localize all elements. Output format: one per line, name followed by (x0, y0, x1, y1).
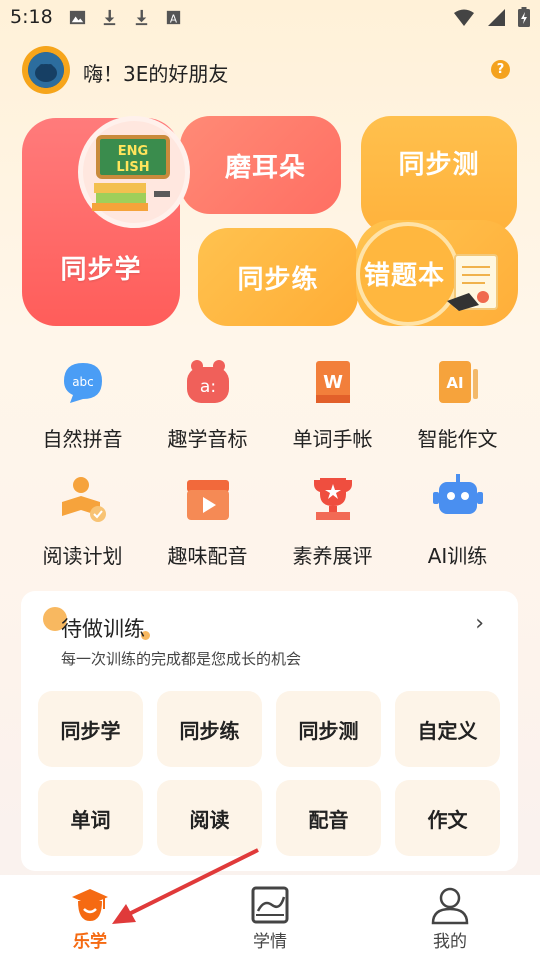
status-time: 5:18 (10, 6, 53, 28)
greeting-text: 嗨！3E的好朋友 (83, 62, 229, 86)
feature-cards: 同步学 磨耳朵 同步测 同步练 错题本 ENG LISH (0, 110, 540, 340)
phonetic-icon: a: (187, 360, 229, 403)
user-icon (431, 887, 469, 925)
download-icon (135, 9, 148, 26)
grid-label: AI训练 (427, 544, 488, 568)
svg-text:A: A (170, 13, 178, 25)
listening-card[interactable]: 磨耳朵 (180, 116, 341, 214)
grid-label: 素养展评 (292, 544, 373, 568)
english-badge-line2: LISH (116, 160, 149, 175)
avatar-image (28, 52, 64, 88)
graduation-cap-icon (72, 889, 108, 921)
grid-item-literacy-review[interactable]: 素养展评 (270, 472, 395, 582)
status-icons-left: A (68, 8, 183, 27)
nav-label: 乐学 (73, 932, 107, 952)
todo-button-custom[interactable]: 自定义 (395, 691, 500, 767)
todo-title: 待做训练 (61, 617, 145, 641)
todo-button-dubbing[interactable]: 配音 (276, 780, 381, 856)
nav-item-learn[interactable]: 乐学 (0, 875, 180, 960)
todo-button-sync-learn[interactable]: 同步学 (38, 691, 143, 767)
status-bar: 5:18 A (0, 0, 540, 36)
english-badge-line1: ENG (118, 144, 148, 159)
grid-label: 趣味配音 (167, 544, 248, 568)
nav-label: 我的 (433, 932, 467, 952)
nav-item-mine[interactable]: 我的 (360, 875, 540, 960)
wifi-icon (454, 9, 474, 26)
grid-item-reading-plan[interactable]: 阅读计划 (20, 472, 145, 582)
grid-item-phonics[interactable]: abc 自然拼音 (20, 355, 145, 465)
avatar[interactable] (22, 46, 70, 94)
ai-writing-icon: AI (439, 361, 478, 403)
sync-practice-card[interactable]: 同步练 (198, 228, 358, 326)
todo-button-sync-practice[interactable]: 同步练 (157, 691, 262, 767)
bottom-nav: 乐学 学情 我的 (0, 875, 540, 960)
nav-label: 学情 (253, 932, 287, 952)
word-book-icon: W (316, 361, 350, 403)
certificate-scroll-icon (447, 254, 498, 311)
battery-charging-icon (518, 7, 530, 27)
grid-item-phonetic-symbols[interactable]: a: 趣学音标 (145, 355, 270, 465)
svg-text:W: W (323, 372, 343, 393)
avatar-graphic-icon (28, 52, 64, 88)
grid-label: 阅读计划 (42, 544, 123, 568)
grid-item-ai-writing[interactable]: AI 智能作文 (395, 355, 520, 465)
help-icon[interactable]: ? (491, 60, 510, 79)
svg-text:abc: abc (72, 375, 94, 389)
grid-label: 智能作文 (417, 427, 498, 451)
image-icon (69, 10, 86, 25)
video-dubbing-icon (187, 480, 229, 520)
chart-board-icon (251, 886, 289, 924)
status-icons-right (453, 7, 530, 27)
download-icon (103, 9, 116, 26)
sync-test-card[interactable]: 同步测 (361, 116, 517, 234)
signal-icon (488, 8, 505, 26)
grid-item-word-notebook[interactable]: W 单词手帐 (270, 355, 395, 465)
english-book-badge: ENG LISH (78, 116, 190, 228)
grid-item-fun-dubbing[interactable]: 趣味配音 (145, 472, 270, 582)
font-a-icon: A (166, 10, 181, 25)
english-books-icon: ENG LISH (92, 135, 170, 211)
svg-text:AI: AI (446, 374, 463, 392)
trophy-icon (314, 478, 352, 520)
todo-training-card: 待做训练 › 每一次训练的完成都是您成长的机会 同步学 同步练 同步测 自定义 … (21, 591, 518, 871)
chevron-right-icon[interactable]: › (475, 611, 484, 636)
todo-subtitle: 每一次训练的完成都是您成长的机会 (61, 650, 302, 668)
wrong-questions-label: 错题本 (364, 261, 446, 291)
sync-practice-label: 同步练 (237, 264, 319, 295)
robot-icon (433, 474, 483, 514)
grid-label: 单词手帐 (292, 427, 373, 451)
listening-label: 磨耳朵 (224, 152, 306, 183)
todo-button-writing[interactable]: 作文 (395, 780, 500, 856)
todo-button-words[interactable]: 单词 (38, 780, 143, 856)
todo-button-reading[interactable]: 阅读 (157, 780, 262, 856)
abc-icon: abc (64, 363, 102, 403)
nav-item-study-status[interactable]: 学情 (180, 875, 360, 960)
grid-item-ai-training[interactable]: AI训练 (395, 472, 520, 582)
todo-button-sync-test[interactable]: 同步测 (276, 691, 381, 767)
sync-learn-label: 同步学 (60, 255, 142, 285)
grid-label: 趣学音标 (167, 427, 248, 451)
sync-test-label: 同步测 (398, 150, 480, 180)
svg-text:a:: a: (200, 377, 216, 397)
grid-label: 自然拼音 (42, 427, 123, 451)
reading-plan-icon (62, 477, 106, 522)
